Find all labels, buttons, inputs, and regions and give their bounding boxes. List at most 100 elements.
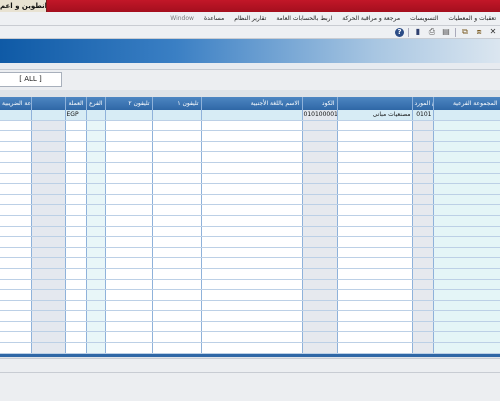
grid-cell-name[interactable]: [337, 331, 413, 344]
grid-cell-type[interactable]: [412, 279, 434, 291]
menu-item-6[interactable]: تعقبات و المعطيات: [448, 12, 496, 25]
grid-cell-branch[interactable]: [86, 120, 106, 132]
grid-cell-phone2[interactable]: [105, 141, 153, 153]
grid-cell-currency[interactable]: [65, 194, 87, 206]
grid-cell-foreign-name[interactable]: [201, 130, 303, 142]
menu-item-5[interactable]: التسويسات: [410, 12, 438, 25]
grid-cell[interactable]: [31, 162, 66, 174]
grid-cell-group[interactable]: [433, 141, 500, 153]
grid-cell-group[interactable]: [433, 194, 500, 206]
grid-cell-phone1[interactable]: [152, 236, 202, 248]
grid-cell-foreign-name[interactable]: [201, 151, 303, 163]
table-row[interactable]: [0, 321, 500, 333]
grid-cell-phone2[interactable]: [105, 321, 153, 333]
exit-icon[interactable]: ▮: [413, 27, 423, 37]
grid-cell-tax[interactable]: [0, 204, 32, 216]
table-row[interactable]: [0, 247, 500, 259]
grid-cell-foreign-name[interactable]: [201, 162, 303, 174]
grid-cell-tax[interactable]: [0, 162, 32, 174]
table-row[interactable]: [0, 130, 500, 142]
grid-cell-foreign-name[interactable]: [201, 120, 303, 132]
grid-cell-code[interactable]: [302, 194, 338, 206]
menu-item-2[interactable]: تقارير النظام: [234, 12, 266, 25]
grid-cell[interactable]: [31, 130, 66, 142]
grid-cell[interactable]: [31, 183, 66, 195]
grid-cell-branch[interactable]: [86, 110, 106, 121]
grid-cell-phone2[interactable]: [105, 130, 153, 142]
grid-cell-phone1[interactable]: [152, 110, 202, 121]
table-row[interactable]: EGP 010100001 مصنعيات مبانى 0101: [0, 110, 500, 121]
copy-icon[interactable]: ⧉: [460, 27, 470, 37]
grid-cell-tax[interactable]: [0, 236, 32, 248]
grid-cell-branch[interactable]: [86, 257, 106, 269]
grid-cell-foreign-name[interactable]: [201, 236, 303, 248]
grid-cell-code[interactable]: [302, 268, 338, 280]
grid-cell-branch[interactable]: [86, 162, 106, 174]
grid-cell-foreign-name[interactable]: [201, 215, 303, 227]
column-header-blank[interactable]: [31, 97, 66, 110]
grid-cell-phone1[interactable]: [152, 183, 202, 195]
grid-cell-branch[interactable]: [86, 226, 106, 238]
grid-cell-phone1[interactable]: [152, 162, 202, 174]
grid-cell-group[interactable]: [433, 110, 500, 121]
grid-cell-name[interactable]: [337, 342, 413, 354]
table-row[interactable]: [0, 289, 500, 301]
grid-cell-branch[interactable]: [86, 183, 106, 195]
grid-cell[interactable]: [31, 141, 66, 153]
grid-cell-branch[interactable]: [86, 331, 106, 344]
column-header-code[interactable]: الكود: [302, 97, 338, 110]
grid-cell-tax[interactable]: [0, 268, 32, 280]
grid-cell-phone1[interactable]: [152, 268, 202, 280]
grid-cell-tax[interactable]: [0, 215, 32, 227]
filter-tab-all[interactable]: [ ALL ]: [0, 72, 62, 87]
grid-cell-group[interactable]: [433, 331, 500, 344]
table-row[interactable]: [0, 342, 500, 354]
grid-cell-foreign-name[interactable]: [201, 110, 303, 121]
grid-cell-phone2[interactable]: [105, 279, 153, 291]
grid-cell-foreign-name[interactable]: [201, 204, 303, 216]
help-icon[interactable]: ?: [395, 27, 404, 37]
grid-cell-name[interactable]: [337, 300, 413, 312]
grid-cell-name[interactable]: [337, 141, 413, 153]
table-row[interactable]: [0, 310, 500, 322]
grid-cell-group[interactable]: [433, 183, 500, 195]
grid-cell-group[interactable]: [433, 204, 500, 216]
grid-cell-foreign-name[interactable]: [201, 183, 303, 195]
menu-item-0[interactable]: Window: [170, 12, 194, 25]
grid-cell-type[interactable]: [412, 236, 434, 248]
paste-icon[interactable]: ⧈: [474, 27, 484, 37]
grid-cell-foreign-name[interactable]: [201, 310, 303, 322]
grid-cell-branch[interactable]: [86, 310, 106, 322]
table-row[interactable]: [0, 141, 500, 153]
grid-cell-name[interactable]: [337, 183, 413, 195]
grid-cell[interactable]: [31, 236, 66, 248]
grid-cell-phone1[interactable]: [152, 300, 202, 312]
grid-cell-phone2[interactable]: [105, 183, 153, 195]
grid-cell-name[interactable]: [337, 130, 413, 142]
grid-cell-phone1[interactable]: [152, 331, 202, 344]
grid-cell[interactable]: [31, 289, 66, 301]
grid-cell-currency[interactable]: [65, 236, 87, 248]
grid-cell-tax[interactable]: [0, 130, 32, 142]
grid-cell-phone1[interactable]: [152, 151, 202, 163]
grid-cell-foreign-name[interactable]: [201, 247, 303, 259]
grid-cell-code[interactable]: [302, 226, 338, 238]
grid-cell-foreign-name[interactable]: [201, 141, 303, 153]
grid-cell-branch[interactable]: [86, 279, 106, 291]
grid-cell-tax[interactable]: [0, 289, 32, 301]
grid-cell-tax[interactable]: [0, 342, 32, 354]
grid-cell-group[interactable]: [433, 247, 500, 259]
grid-cell-currency[interactable]: [65, 268, 87, 280]
grid-cell-phone1[interactable]: [152, 321, 202, 333]
grid-cell-type[interactable]: [412, 310, 434, 322]
grid-cell-code[interactable]: [302, 173, 338, 185]
table-row[interactable]: [0, 194, 500, 206]
grid-cell-phone1[interactable]: [152, 342, 202, 354]
grid-cell-phone1[interactable]: [152, 289, 202, 301]
grid-cell-name[interactable]: [337, 321, 413, 333]
grid-cell-type[interactable]: [412, 257, 434, 269]
grid-cell[interactable]: [31, 257, 66, 269]
grid-cell-name[interactable]: [337, 151, 413, 163]
grid-cell-tax[interactable]: [0, 247, 32, 259]
grid-cell-phone1[interactable]: [152, 257, 202, 269]
